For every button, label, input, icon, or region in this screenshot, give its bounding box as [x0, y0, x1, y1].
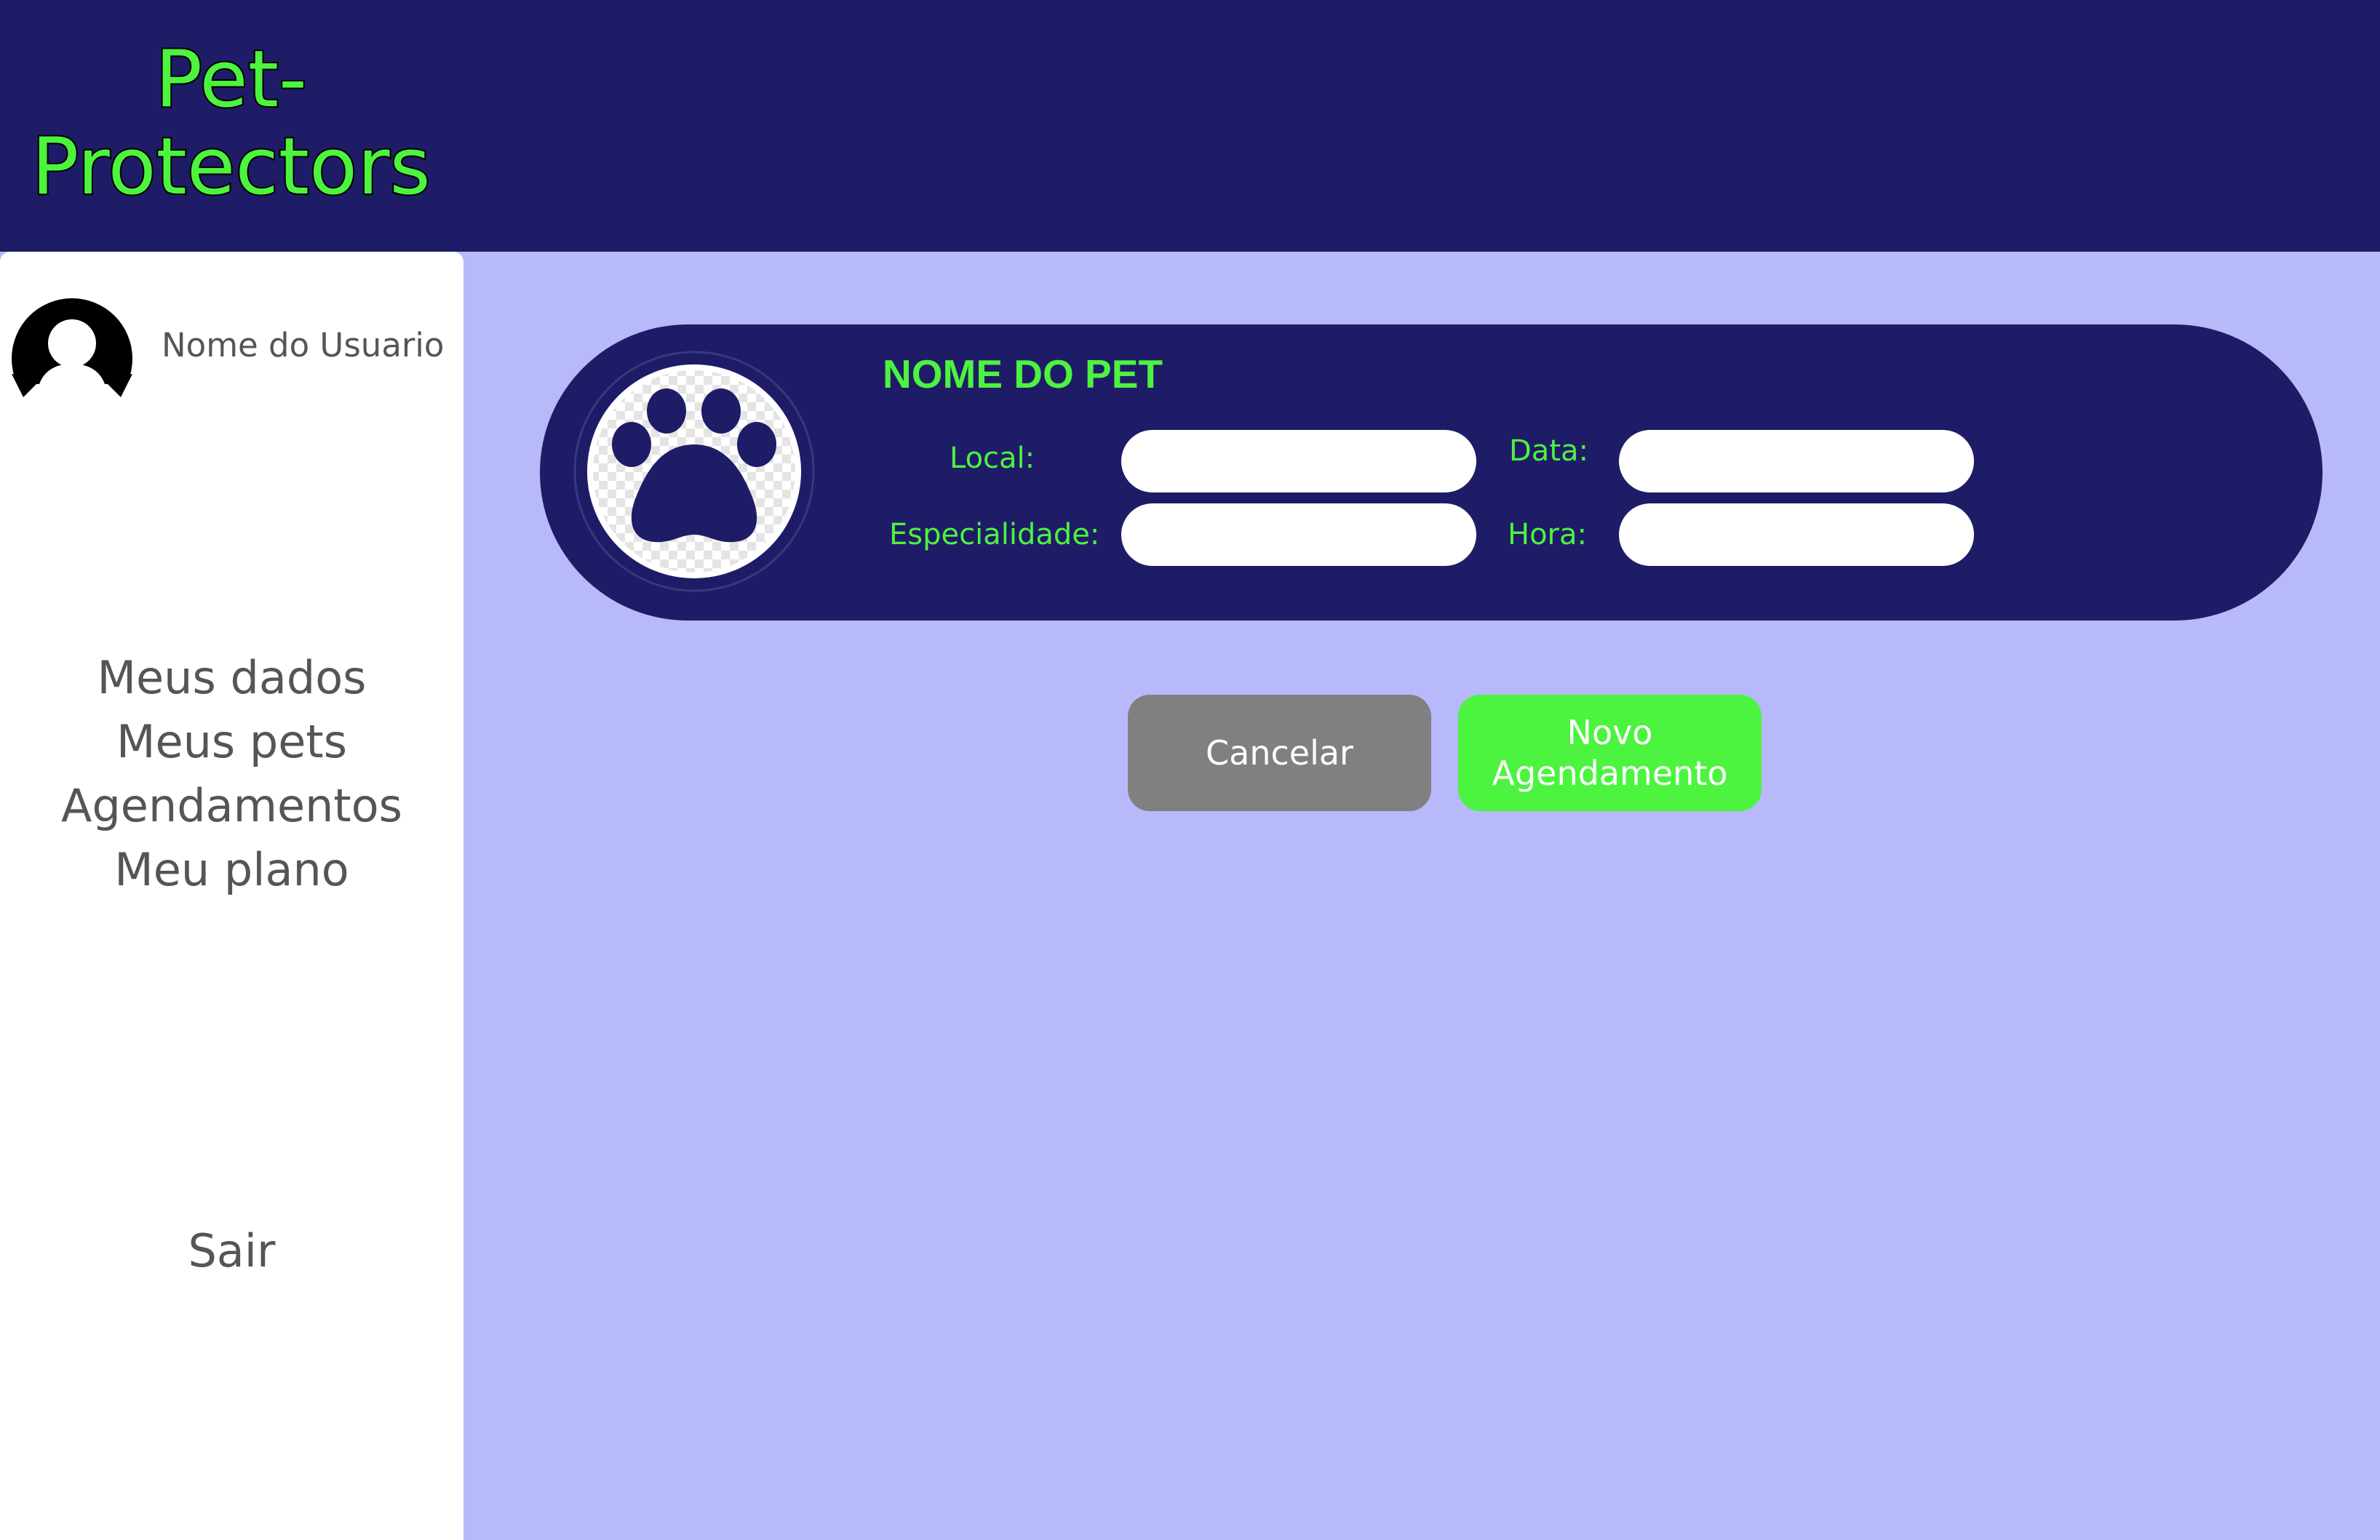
local-label: Local:: [950, 442, 1035, 475]
sidebar-item-meu-plano[interactable]: Meu plano: [0, 838, 463, 902]
sidebar-item-meus-pets[interactable]: Meus pets: [0, 710, 463, 774]
especialidade-label: Especialidade:: [889, 518, 1100, 551]
hora-label: Hora:: [1508, 518, 1587, 551]
new-appointment-label-line-1: Novo: [1567, 713, 1653, 752]
logo-line-1: Pet-: [154, 34, 309, 125]
data-label: Data:: [1509, 434, 1588, 468]
sidebar-nav: Meus dados Meus pets Agendamentos Meu pl…: [0, 646, 463, 902]
logout-link[interactable]: Sair: [0, 1219, 463, 1283]
new-appointment-label-line-2: Agendamento: [1492, 754, 1728, 793]
local-input[interactable]: [1121, 430, 1476, 492]
app-logo[interactable]: Pet- Protectors: [22, 34, 440, 212]
top-header: Pet- Protectors: [0, 0, 2380, 252]
cancel-button-label: Cancelar: [1206, 733, 1353, 773]
pet-paw-icon[interactable]: [573, 350, 816, 593]
new-appointment-label: Novo Agendamento: [1492, 712, 1728, 794]
cancel-button[interactable]: Cancelar: [1128, 695, 1431, 811]
user-name: Nome do Usuario: [162, 326, 445, 364]
logo-line-2: Protectors: [30, 121, 432, 212]
new-appointment-button[interactable]: Novo Agendamento: [1458, 695, 1762, 811]
sidebar-item-agendamentos[interactable]: Agendamentos: [0, 774, 463, 838]
pet-name: NOME DO PET: [883, 351, 1163, 396]
especialidade-input[interactable]: [1121, 503, 1476, 566]
sidebar-item-meus-dados[interactable]: Meus dados: [0, 646, 463, 710]
user-avatar-icon[interactable]: [12, 298, 132, 397]
hora-input[interactable]: [1619, 503, 1974, 566]
data-input[interactable]: [1619, 430, 1974, 492]
